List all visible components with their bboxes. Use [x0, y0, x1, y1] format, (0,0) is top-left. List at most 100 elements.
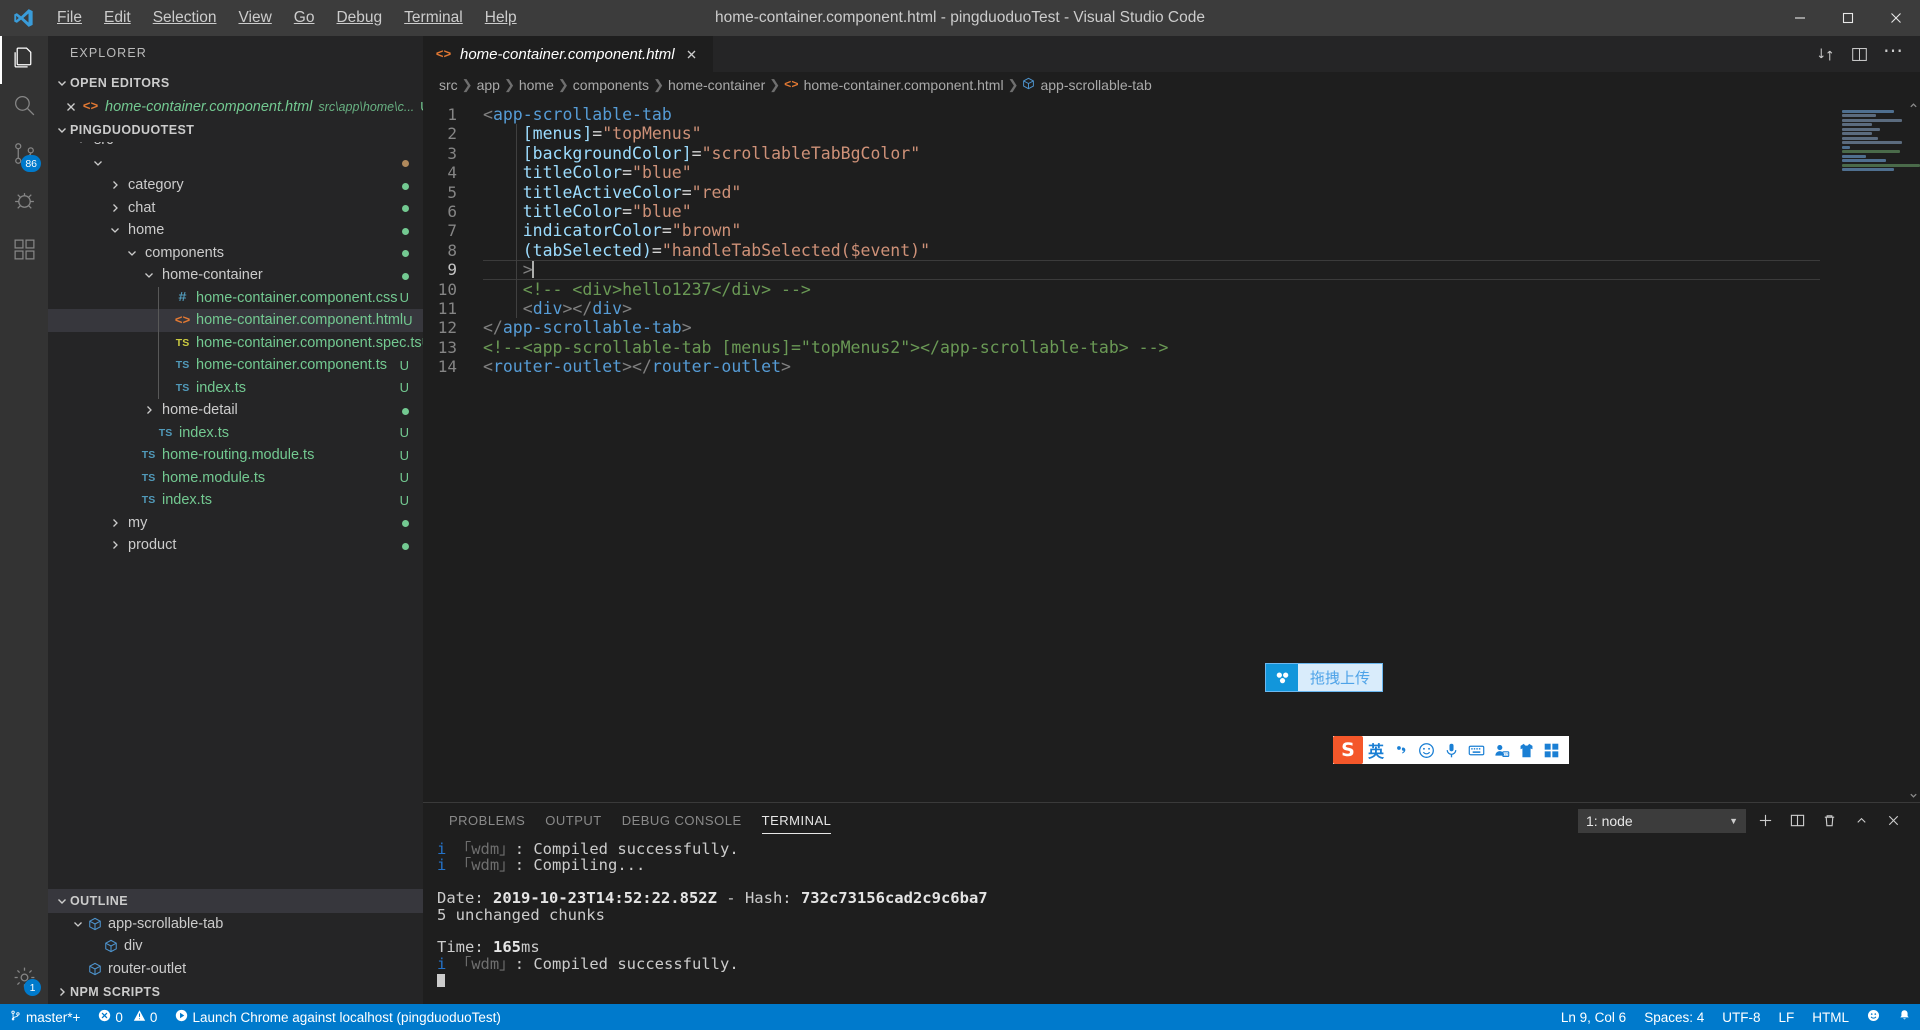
chevron-down-icon[interactable] [124, 248, 140, 258]
code-line[interactable]: 13 <!--<app-scrollable-tab [menus]="topMe… [423, 338, 1834, 357]
status-language-mode[interactable]: HTML [1803, 1004, 1858, 1030]
status-notifications[interactable] [1889, 1004, 1920, 1030]
chevron-down-icon[interactable] [90, 158, 106, 168]
code-line[interactable]: 2 [menus]="topMenus" [423, 124, 1834, 143]
activity-extensions[interactable] [0, 228, 48, 276]
tree-item-home-module-ts[interactable]: TS home.module.ts U [48, 467, 423, 490]
status-launch-config[interactable]: Launch Chrome against localhost (pingduo… [166, 1004, 509, 1030]
tree-item-components[interactable]: components [48, 242, 423, 265]
breadcrumb-item[interactable]: home-container [668, 77, 765, 93]
activity-search[interactable] [0, 84, 48, 132]
terminal-output[interactable]: i 「wdm」: Compiled successfully. i 「wdm」: … [423, 838, 1920, 1004]
scroll-down-icon[interactable] [1906, 788, 1920, 802]
close-icon[interactable] [683, 45, 701, 63]
breadcrumb-item[interactable]: <> home-container.component.html [784, 77, 1003, 93]
chevron-right-icon[interactable] [107, 518, 123, 528]
editor-scrollbar[interactable] [1906, 98, 1920, 802]
status-eol[interactable]: LF [1769, 1004, 1803, 1030]
code-line[interactable]: 3 [backgroundColor]="scrollableTabBgColo… [423, 144, 1834, 163]
outline-item-app-scrollable-tab[interactable]: app-scrollable-tab [48, 913, 423, 936]
menu-debug[interactable]: Debug [325, 0, 393, 36]
outline-item-router-outlet[interactable]: router-outlet [48, 958, 423, 981]
activity-source-control[interactable]: 86 [0, 132, 48, 180]
chevron-right-icon[interactable] [107, 540, 123, 550]
code-line[interactable]: 4 titleColor="blue" [423, 163, 1834, 182]
open-editors-header[interactable]: OPEN EDITORS [48, 71, 423, 95]
more-actions-icon[interactable]: ⋯ [1878, 39, 1908, 69]
outline-list[interactable]: app-scrollable-tab div router-outlet [48, 912, 423, 981]
status-indentation[interactable]: Spaces: 4 [1635, 1004, 1713, 1030]
tree-item-home-routing-module-ts[interactable]: TS home-routing.module.ts U [48, 444, 423, 467]
chevron-down-icon[interactable] [73, 142, 89, 145]
close-button[interactable] [1872, 0, 1920, 36]
kill-terminal-icon[interactable] [1816, 808, 1842, 834]
close-icon[interactable] [66, 102, 76, 112]
soft-keyboard-icon[interactable] [1464, 742, 1489, 759]
chevron-down-icon[interactable] [70, 919, 86, 929]
tree-item-home-container-component-css[interactable]: # home-container.component.css U [48, 287, 423, 310]
scroll-up-icon[interactable] [1906, 98, 1920, 112]
menu-edit[interactable]: Edit [93, 0, 142, 36]
tree-item-chat[interactable]: chat [48, 197, 423, 220]
open-editor-item[interactable]: <> home-container.component.html src\app… [48, 95, 423, 118]
chevron-down-icon[interactable] [141, 270, 157, 280]
menu-view[interactable]: View [227, 0, 282, 36]
menu-terminal[interactable]: Terminal [393, 0, 474, 36]
split-terminal-icon[interactable] [1784, 808, 1810, 834]
tree-item-my[interactable]: my [48, 512, 423, 535]
maximize-panel-icon[interactable] [1848, 808, 1874, 834]
activity-explorer[interactable] [0, 36, 48, 84]
outline-item-div[interactable]: div [48, 935, 423, 958]
tree-item-index-ts[interactable]: TS index.ts U [48, 422, 423, 445]
new-terminal-icon[interactable] [1752, 808, 1778, 834]
tree-item-app[interactable]: app [48, 152, 423, 175]
status-feedback[interactable] [1858, 1004, 1889, 1030]
code-line[interactable]: 9 > [423, 260, 1834, 280]
tree-item-home-container-component-spec-ts[interactable]: TShome-container.component.spec.tsU [48, 332, 423, 355]
tab-problems[interactable]: PROBLEMS [439, 803, 535, 838]
tree-item-home[interactable]: home [48, 219, 423, 242]
status-branch[interactable]: master*+ [0, 1004, 89, 1030]
code-line[interactable]: 14 <router-outlet></router-outlet> [423, 357, 1834, 376]
terminal-selector[interactable]: 1: node ▼ [1578, 808, 1746, 833]
code-editor[interactable]: 1 <app-scrollable-tab 2 [menus]="topMenus"… [423, 98, 1920, 802]
user-icon[interactable]: 12 [1489, 742, 1514, 759]
tree-item-home-container-component-ts[interactable]: TS home-container.component.ts U [48, 354, 423, 377]
voice-input-icon[interactable] [1439, 742, 1464, 759]
skin-icon[interactable] [1514, 742, 1539, 759]
toolbox-icon[interactable] [1539, 742, 1564, 759]
breadcrumb-item[interactable]: home [519, 77, 554, 93]
tree-item-product[interactable]: product [48, 534, 423, 557]
minimize-button[interactable] [1776, 0, 1824, 36]
breadcrumb-item[interactable]: components [573, 77, 649, 93]
tree-item-index-ts[interactable]: TS index.ts U [48, 489, 423, 512]
punctuation-icon[interactable] [1389, 742, 1414, 759]
close-panel-icon[interactable] [1880, 808, 1906, 834]
sogou-ime-toolbar[interactable]: S 英 12 [1333, 736, 1570, 764]
baidu-netdisk-upload-widget[interactable]: 拖拽上传 [1265, 663, 1384, 692]
code-line[interactable]: 5 titleActiveColor="red" [423, 183, 1834, 202]
menu-go[interactable]: Go [283, 0, 326, 36]
status-encoding[interactable]: UTF-8 [1713, 1004, 1769, 1030]
tab-terminal[interactable]: TERMINAL [752, 803, 842, 838]
tree-item-category[interactable]: category [48, 174, 423, 197]
chevron-right-icon[interactable] [107, 180, 123, 190]
menu-selection[interactable]: Selection [142, 0, 228, 36]
breadcrumb[interactable]: src ❯ app ❯ home ❯ components ❯ home-container ❯ <… [423, 72, 1920, 98]
ime-mode-label[interactable]: 英 [1363, 738, 1389, 762]
open-changes-icon[interactable] [1810, 39, 1840, 69]
chevron-right-icon[interactable] [141, 405, 157, 415]
activity-settings[interactable]: 1 [0, 956, 48, 1004]
chevron-right-icon[interactable] [107, 203, 123, 213]
code-line[interactable]: 6 titleColor="blue" [423, 202, 1834, 221]
split-editor-icon[interactable] [1844, 39, 1874, 69]
outline-header[interactable]: OUTLINE [48, 888, 423, 913]
editor-tab[interactable]: <> home-container.component.html [423, 36, 713, 72]
code-scroll-area[interactable]: 1 <app-scrollable-tab 2 [menus]="topMenus"… [423, 98, 1834, 802]
breadcrumb-item[interactable]: src [439, 77, 458, 93]
tab-debug-console[interactable]: DEBUG CONSOLE [612, 803, 752, 838]
tree-item-home-detail[interactable]: home-detail [48, 399, 423, 422]
tree-item-index-ts[interactable]: TS index.ts U [48, 377, 423, 400]
menu-help[interactable]: Help [474, 0, 528, 36]
menu-file[interactable]: File [46, 0, 93, 36]
